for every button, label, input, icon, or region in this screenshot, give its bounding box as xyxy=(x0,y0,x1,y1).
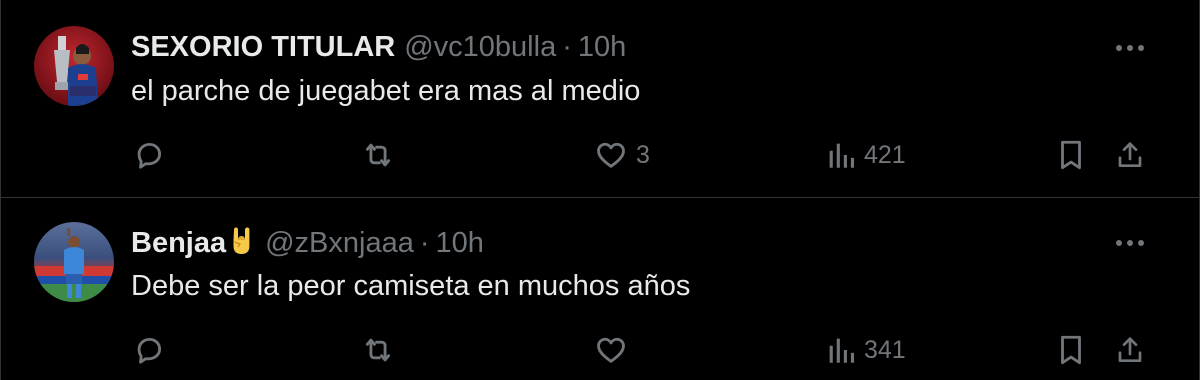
heart-icon xyxy=(597,142,625,168)
share-icon xyxy=(1118,337,1142,362)
avatar-photo xyxy=(34,222,114,302)
tweet-header: Benjaa @zBxnjaaa · 10h xyxy=(131,226,484,264)
views-count: 421 xyxy=(864,140,906,169)
share-icon xyxy=(1118,142,1142,167)
views-count: 341 xyxy=(864,335,906,364)
separator-dot: · xyxy=(562,31,572,63)
bookmark-button[interactable] xyxy=(1056,330,1086,370)
bookmark-icon xyxy=(1061,140,1081,170)
timestamp[interactable]: 10h xyxy=(578,31,626,63)
repost-button[interactable] xyxy=(360,330,404,370)
tweet-header: SEXORIO TITULAR @vc10bulla · 10h xyxy=(131,30,626,64)
heart-icon xyxy=(597,337,625,363)
views-chart-icon xyxy=(829,338,855,363)
separator-dot: · xyxy=(419,227,430,259)
views-chart-icon xyxy=(829,143,855,168)
tweet-text: Debe ser la peor camiseta en muchos años xyxy=(131,270,691,302)
timeline: SEXORIO TITULAR @vc10bulla · 10h el parche … xyxy=(0,0,1200,380)
share-button[interactable] xyxy=(1114,135,1146,175)
like-button[interactable]: 3 xyxy=(594,135,650,175)
more-options-icon[interactable] xyxy=(1112,225,1148,261)
avatar[interactable] xyxy=(34,26,114,106)
tweet-text: el parche de juegabet era mas al medio xyxy=(131,75,641,107)
views-button[interactable]: 341 xyxy=(826,330,906,370)
handle[interactable]: @vc10bulla xyxy=(404,31,556,63)
reply-button[interactable] xyxy=(132,330,174,370)
tweet-1[interactable]: SEXORIO TITULAR @vc10bulla · 10h el parche … xyxy=(0,0,1200,198)
repost-button[interactable] xyxy=(360,135,404,175)
avatar[interactable] xyxy=(34,222,114,302)
repost-icon xyxy=(365,338,391,362)
views-button[interactable]: 421 xyxy=(826,135,906,175)
bookmark-button[interactable] xyxy=(1056,135,1086,175)
like-button[interactable] xyxy=(594,330,636,370)
tweet-2[interactable]: Benjaa @zBxnjaaa · 10h Debe ser la peor ca… xyxy=(0,198,1200,380)
avatar-photo xyxy=(34,26,114,106)
reply-icon xyxy=(137,337,162,364)
reply-button[interactable] xyxy=(132,135,174,175)
share-button[interactable] xyxy=(1114,330,1146,370)
timestamp[interactable]: 10h xyxy=(436,227,484,259)
handle[interactable]: @zBxnjaaa xyxy=(265,227,414,259)
action-bar: 341 xyxy=(0,330,1200,370)
like-count: 3 xyxy=(636,140,650,169)
bookmark-icon xyxy=(1061,335,1081,365)
sign-of-the-horns-emoji xyxy=(228,226,256,264)
action-bar: 3 421 xyxy=(0,135,1200,175)
reply-icon xyxy=(137,142,162,169)
more-options-icon[interactable] xyxy=(1112,30,1148,66)
repost-icon xyxy=(365,143,391,167)
display-name[interactable]: Benjaa xyxy=(131,227,226,259)
display-name[interactable]: SEXORIO TITULAR xyxy=(131,31,395,63)
